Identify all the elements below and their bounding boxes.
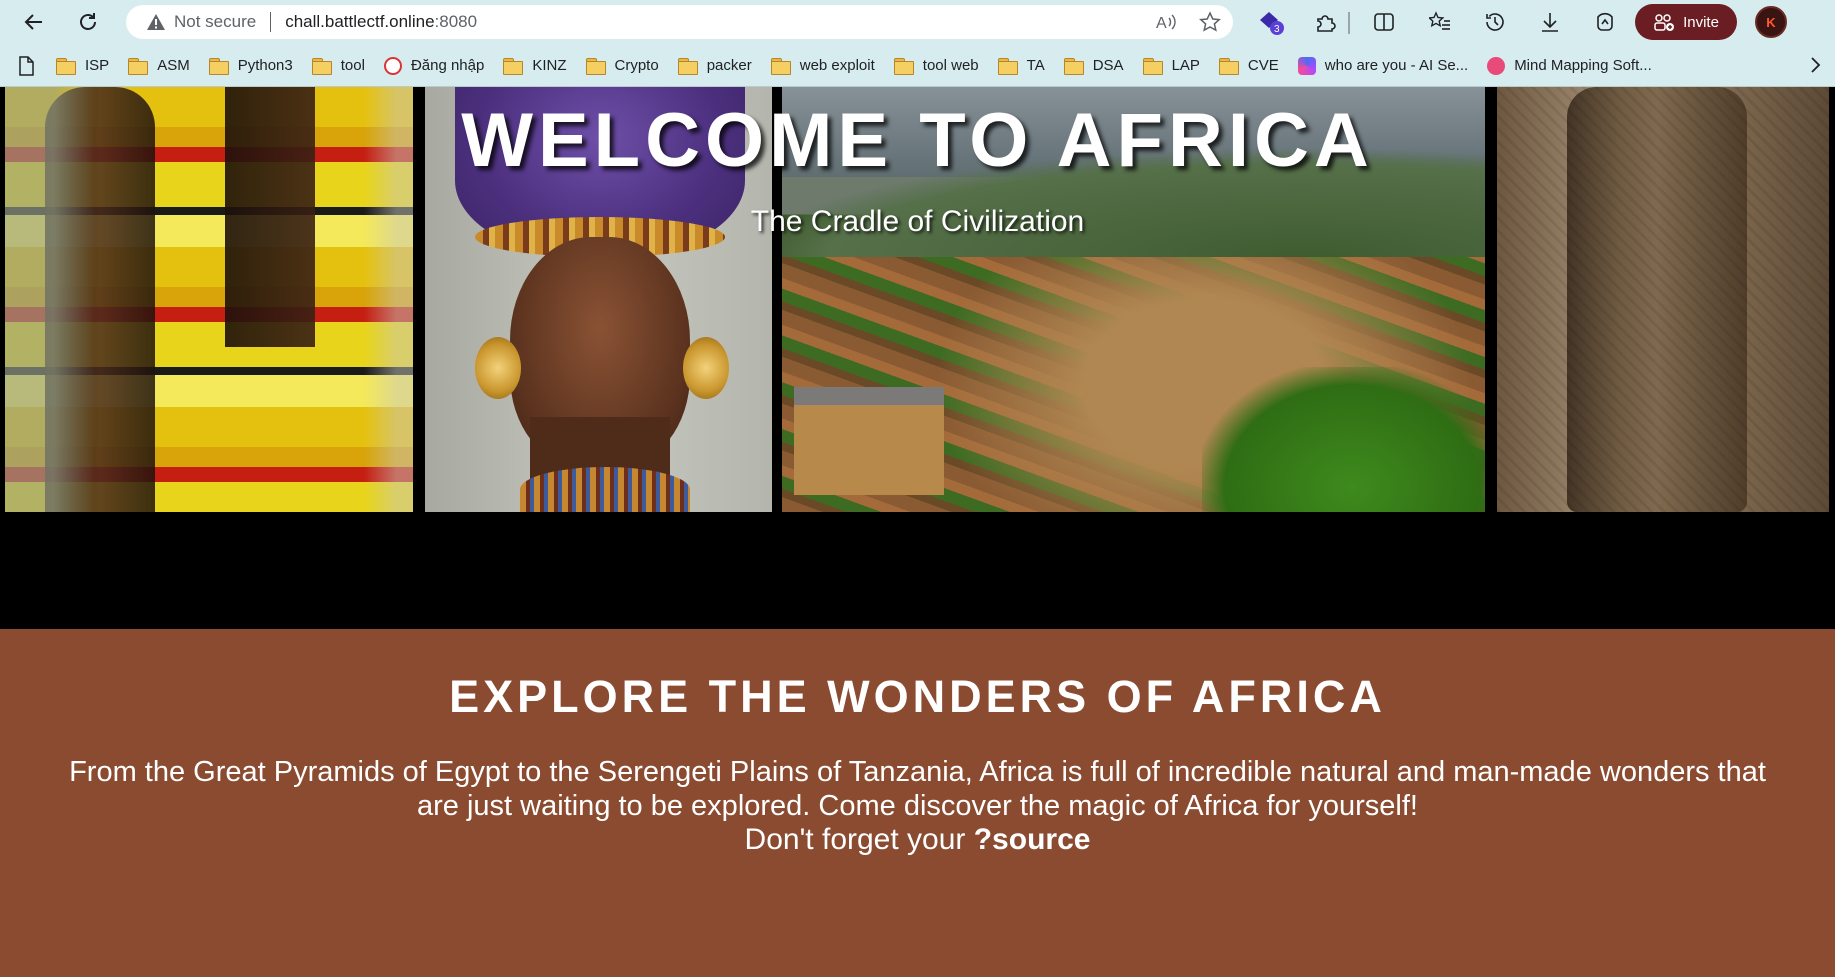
bookmark-label: TA <box>1026 57 1045 74</box>
folder-icon <box>1142 57 1163 75</box>
bookmark-item[interactable]: Mind Mapping Soft... <box>1487 56 1652 75</box>
folder-icon <box>893 57 914 75</box>
warning-icon[interactable] <box>146 12 166 32</box>
read-aloud-icon[interactable]: A <box>1153 9 1179 35</box>
bookmark-label: packer <box>706 57 752 74</box>
folder-icon <box>503 57 524 75</box>
bookmark-label: Python3 <box>237 57 293 74</box>
bookmark-item[interactable]: Python3 <box>208 57 293 75</box>
folder-icon <box>997 57 1018 75</box>
performance-icon[interactable] <box>1591 8 1619 36</box>
extensions-puzzle-icon[interactable] <box>1311 8 1339 36</box>
source-hint-text: Don't forget your <box>744 823 974 856</box>
browser-toolbar: Not secure chall.battlectf.online:8080 A… <box>0 0 1835 44</box>
bookmark-label: LAP <box>1171 57 1200 74</box>
refresh-icon <box>80 13 96 30</box>
folder-icon <box>208 57 229 75</box>
bookmark-item[interactable]: tool web <box>893 57 979 75</box>
explore-description: From the Great Pyramids of Egypt to the … <box>69 756 1766 822</box>
site-icon <box>1487 56 1506 75</box>
bookmark-label: tool <box>340 57 365 74</box>
hero-title: WELCOME TO AFRICA <box>461 98 1374 183</box>
bookmark-label: ASM <box>157 57 190 74</box>
svg-text:A: A <box>1156 15 1167 32</box>
hero-subtitle: The Cradle of Civilization <box>750 205 1085 238</box>
bookmark-item[interactable]: DSA <box>1063 57 1124 75</box>
bookmarks-bar: ISP ASM Python3 tool Đăng nhập KINZ Crypto pack… <box>0 44 1835 87</box>
invite-label: Invite <box>1683 13 1719 31</box>
bookmark-item[interactable]: web exploit <box>770 57 875 75</box>
toolbar-divider <box>1348 12 1350 34</box>
address-bar[interactable]: Not secure chall.battlectf.online:8080 A <box>126 5 1233 39</box>
bookmark-label: web exploit <box>799 57 875 74</box>
bookmark-label: tool web <box>922 57 979 74</box>
folder-icon <box>128 57 149 75</box>
source-hint-param: ?source <box>973 823 1091 856</box>
folder-icon <box>1063 57 1084 75</box>
invite-button[interactable]: Invite <box>1635 4 1737 40</box>
bookmark-item[interactable]: KINZ <box>503 57 567 75</box>
folder-icon <box>56 57 76 75</box>
url-port[interactable]: :8080 <box>435 12 478 32</box>
extension-badge-count: 3 <box>1274 24 1280 35</box>
favorite-star-icon[interactable] <box>1197 9 1223 35</box>
site-icon <box>1297 56 1316 75</box>
bookmark-item[interactable]: CVE <box>1218 57 1279 75</box>
bookmark-label: Crypto <box>614 57 659 74</box>
bookmark-label: Đăng nhập <box>410 57 485 74</box>
bookmark-label: Mind Mapping Soft... <box>1514 57 1652 74</box>
source-hint: Don't forget your ?source <box>0 823 1835 857</box>
explore-section: EXPLORE THE WONDERS OF AFRICA From the G… <box>0 629 1835 977</box>
downloads-icon[interactable] <box>1536 8 1564 36</box>
extension-badge-icon[interactable]: 3 <box>1257 8 1285 36</box>
bookmark-item[interactable]: Crypto <box>585 57 659 75</box>
profile-avatar[interactable]: K <box>1755 6 1787 38</box>
folder-icon <box>311 57 332 75</box>
bookmark-item[interactable]: who are you - AI Se... <box>1297 56 1469 75</box>
bookmark-item[interactable]: ISP <box>56 57 110 75</box>
site-icon <box>383 56 402 75</box>
bookmark-item[interactable]: Đăng nhập <box>383 56 485 75</box>
folder-icon <box>1218 57 1239 75</box>
folder-icon <box>585 57 606 75</box>
folder-icon <box>677 57 698 75</box>
bookmark-label: who are you - AI Se... <box>1324 57 1469 74</box>
bookmark-list: ISP ASM Python3 tool Đăng nhập KINZ Crypto pack… <box>56 44 1671 87</box>
address-divider <box>270 12 272 32</box>
bookmark-label: DSA <box>1092 57 1124 74</box>
bookmark-label: KINZ <box>532 57 567 74</box>
web-page: WELCOME TO AFRICA The Cradle of Civiliza… <box>0 87 1835 977</box>
history-icon[interactable] <box>1481 8 1509 36</box>
bookmark-item[interactable]: ASM <box>128 57 190 75</box>
hero-banner: WELCOME TO AFRICA The Cradle of Civiliza… <box>0 87 1835 629</box>
bookmark-item[interactable]: TA <box>997 57 1045 75</box>
bookmark-item[interactable]: LAP <box>1142 57 1200 75</box>
security-label[interactable]: Not secure <box>174 12 256 32</box>
url-host[interactable]: chall.battlectf.online <box>285 12 434 32</box>
explore-heading: EXPLORE THE WONDERS OF AFRICA <box>449 671 1386 722</box>
split-screen-icon[interactable] <box>1370 8 1398 36</box>
back-button[interactable] <box>18 6 50 38</box>
bookmark-label: CVE <box>1247 57 1279 74</box>
bookmark-item[interactable]: packer <box>677 57 752 75</box>
favorites-list-icon[interactable] <box>1426 8 1454 36</box>
workspaces-icon <box>1654 14 1675 31</box>
bookmark-label: ISP <box>85 57 110 74</box>
page-icon[interactable] <box>18 56 34 81</box>
bookmark-item[interactable]: tool <box>311 57 365 75</box>
chevron-right-icon[interactable] <box>1809 56 1821 79</box>
folder-icon <box>770 57 791 75</box>
arrow-left-icon <box>24 14 42 30</box>
refresh-button[interactable] <box>72 6 104 38</box>
